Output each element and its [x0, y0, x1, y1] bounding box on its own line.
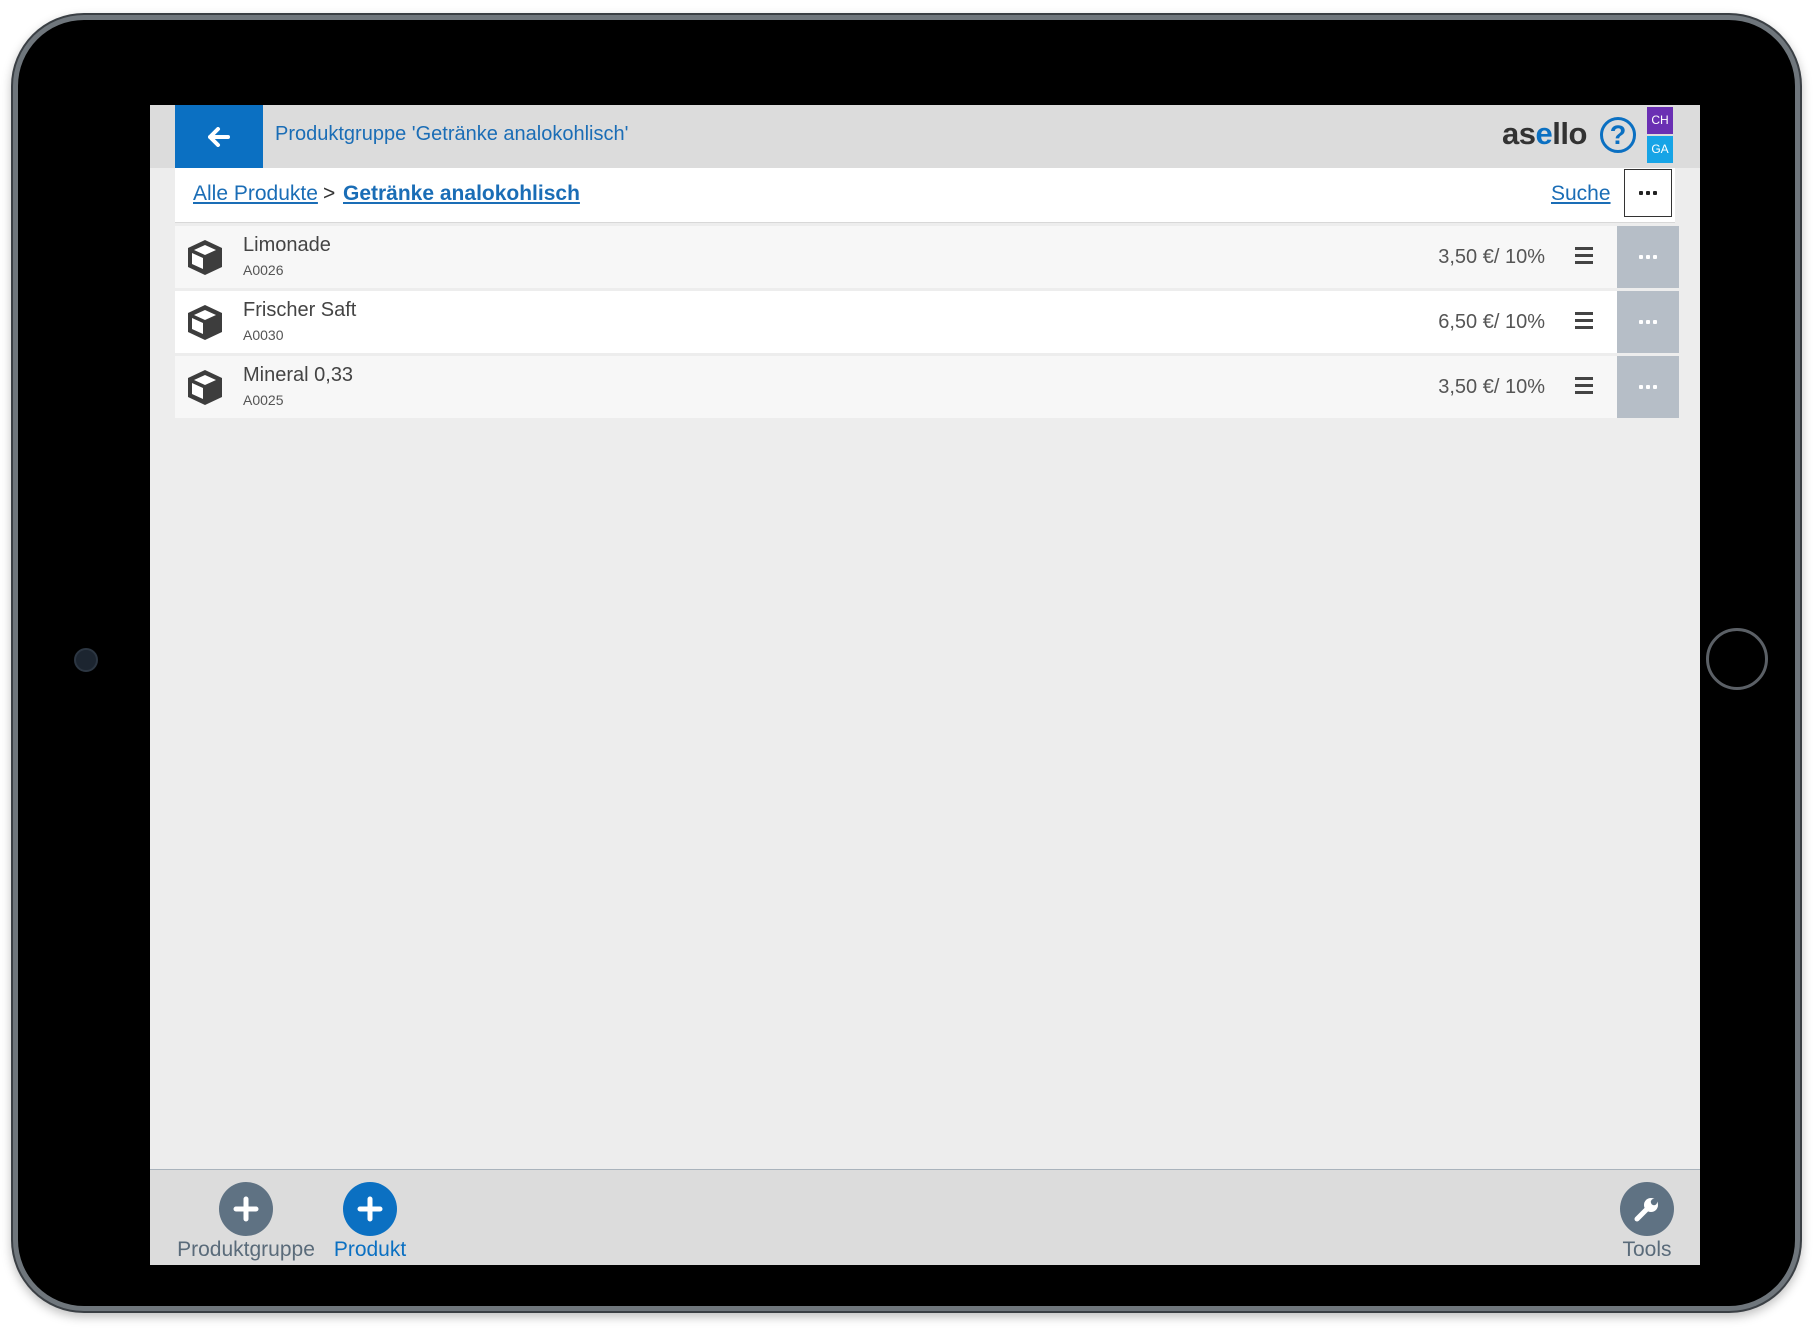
- list-item[interactable]: Limonade A0026 3,50 €/ 10%: [175, 226, 1679, 288]
- product-code: A0026: [243, 262, 284, 278]
- product-list: Limonade A0026 3,50 €/ 10% Frischer Saft…: [175, 226, 1679, 421]
- arrow-left-icon: [208, 126, 230, 147]
- drag-handle-icon[interactable]: [1575, 247, 1593, 265]
- bottom-toolbar: Produktgruppe Produkt Tools: [150, 1169, 1700, 1265]
- product-name: Frischer Saft: [243, 299, 357, 321]
- tablet-frame: Produktgruppe 'Getränke analokohlisch' a…: [18, 20, 1795, 1306]
- drag-handle-icon[interactable]: [1575, 377, 1593, 395]
- add-product-group-label: Produktgruppe: [177, 1238, 315, 1261]
- row-more-button[interactable]: [1617, 356, 1679, 418]
- list-item[interactable]: Frischer Saft A0030 6,50 €/ 10%: [175, 291, 1679, 353]
- page-title: Produktgruppe 'Getränke analokohlisch': [275, 123, 629, 145]
- add-product-button[interactable]: Produkt: [330, 1182, 410, 1262]
- product-code: A0025: [243, 392, 284, 408]
- breadcrumb: Alle Produkte > Getränke analokohlisch S…: [175, 168, 1675, 223]
- breadcrumb-all-products[interactable]: Alle Produkte: [193, 182, 318, 206]
- app-screen: Produktgruppe 'Getränke analokohlisch' a…: [150, 105, 1700, 1265]
- drag-handle-icon[interactable]: [1575, 312, 1593, 330]
- more-dots-icon: [1639, 385, 1657, 389]
- add-product-group-button[interactable]: Produktgruppe: [175, 1182, 317, 1262]
- camera-icon: [74, 648, 98, 672]
- product-price: 6,50 €/ 10%: [1438, 311, 1545, 333]
- breadcrumb-separator: >: [323, 182, 336, 205]
- plus-icon: [219, 1182, 273, 1236]
- product-code: A0030: [243, 327, 284, 343]
- more-dots-icon: [1639, 191, 1657, 195]
- badge-ga[interactable]: GA: [1647, 136, 1673, 163]
- box-icon: [188, 240, 222, 275]
- badge-ch[interactable]: CH: [1647, 107, 1673, 134]
- breadcrumb-current-group[interactable]: Getränke analokohlisch: [343, 182, 580, 206]
- product-price: 3,50 €/ 10%: [1438, 246, 1545, 268]
- more-dots-icon: [1639, 255, 1657, 259]
- plus-icon: [343, 1182, 397, 1236]
- add-product-label: Produkt: [333, 1238, 407, 1261]
- row-more-button[interactable]: [1617, 226, 1679, 288]
- search-link[interactable]: Suche: [1551, 182, 1611, 206]
- home-button[interactable]: [1706, 628, 1768, 690]
- product-name: Limonade: [243, 234, 331, 256]
- list-item[interactable]: Mineral 0,33 A0025 3,50 €/ 10%: [175, 356, 1679, 418]
- app-header: Produktgruppe 'Getränke analokohlisch' a…: [150, 105, 1700, 168]
- help-icon[interactable]: ?: [1600, 117, 1636, 153]
- tools-label: Tools: [1622, 1238, 1672, 1261]
- more-dots-icon: [1639, 320, 1657, 324]
- row-more-button[interactable]: [1617, 291, 1679, 353]
- product-name: Mineral 0,33: [243, 364, 354, 386]
- more-options-button[interactable]: [1624, 169, 1672, 217]
- product-price: 3,50 €/ 10%: [1438, 376, 1545, 398]
- wrench-icon: [1620, 1182, 1674, 1236]
- box-icon: [188, 305, 222, 340]
- back-button[interactable]: [175, 105, 263, 168]
- tools-button[interactable]: Tools: [1612, 1182, 1682, 1262]
- box-icon: [188, 370, 222, 405]
- asello-logo: asello: [1502, 116, 1587, 151]
